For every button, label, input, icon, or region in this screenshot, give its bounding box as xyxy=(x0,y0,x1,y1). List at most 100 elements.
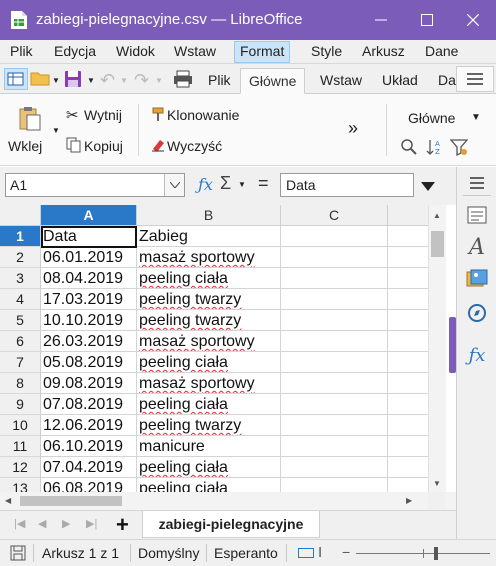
zoom-out-icon[interactable]: − xyxy=(342,544,350,560)
cell-a5[interactable]: 10.10.2019 xyxy=(41,310,137,331)
more-options-button[interactable]: » xyxy=(348,118,358,139)
cell-b6[interactable]: masaż sportowy xyxy=(137,331,281,352)
cell-c11[interactable] xyxy=(281,436,388,457)
sheet-tab[interactable]: zabiegi-pielegnacyjne xyxy=(142,511,320,538)
autofilter-icon[interactable] xyxy=(449,138,469,159)
next-sheet-icon[interactable]: ▶ xyxy=(62,517,70,530)
paste-dropdown-icon[interactable]: ▼ xyxy=(52,126,60,135)
row-header[interactable]: 7 xyxy=(0,352,41,373)
previous-sheet-icon[interactable]: ◀ xyxy=(38,517,46,530)
row-header[interactable]: 5 xyxy=(0,310,41,331)
copy-label[interactable]: Kopiuj xyxy=(84,138,123,154)
cell-a12[interactable]: 07.04.2019 xyxy=(41,457,137,478)
row-header[interactable]: 10 xyxy=(0,415,41,436)
formula-icon[interactable]: = xyxy=(258,173,269,194)
sidebar-styles-button[interactable]: A xyxy=(465,235,489,260)
row-header[interactable]: 9 xyxy=(0,394,41,415)
function-wizard-icon[interactable]: ƒx xyxy=(198,175,213,194)
cell-b10[interactable]: peeling twarzy xyxy=(137,415,281,436)
cell-b3[interactable]: peeling ciała xyxy=(137,268,281,289)
menu-format[interactable]: Format xyxy=(234,41,291,63)
cell-b4[interactable]: peeling twarzy xyxy=(137,289,281,310)
menu-edycja[interactable]: Edycja xyxy=(54,43,96,59)
cell-c5[interactable] xyxy=(281,310,388,331)
tab-uklad[interactable]: Układ xyxy=(374,68,426,94)
cell-c7[interactable] xyxy=(281,352,388,373)
clone-formatting-icon[interactable] xyxy=(150,106,166,125)
save-button[interactable] xyxy=(64,70,84,90)
select-all-corner[interactable] xyxy=(0,205,41,226)
cell-c3[interactable] xyxy=(281,268,388,289)
document-save-status-icon[interactable] xyxy=(10,545,26,564)
cell-b13[interactable]: peeling ciała xyxy=(137,478,281,492)
input-line[interactable]: Data xyxy=(280,173,414,197)
sidebar-collapse-handle[interactable] xyxy=(449,317,456,373)
cell-a6[interactable]: 26.03.2019 xyxy=(41,331,137,352)
cell-c1[interactable] xyxy=(281,226,388,247)
redo-dropdown-icon[interactable]: ▼ xyxy=(155,76,163,85)
language[interactable]: Esperanto xyxy=(214,545,278,561)
cell-c13[interactable] xyxy=(281,478,388,492)
notebookbar-menu-button[interactable] xyxy=(456,66,494,92)
vertical-scrollbar[interactable]: ▲ ▼ xyxy=(428,205,446,492)
name-box-dropdown[interactable] xyxy=(164,174,184,196)
last-sheet-icon[interactable]: ▶| xyxy=(86,517,97,530)
row-header[interactable]: 13 xyxy=(0,478,41,492)
cell-c8[interactable] xyxy=(281,373,388,394)
copy-icon[interactable] xyxy=(66,137,82,156)
sidebar-menu-button[interactable] xyxy=(465,171,489,195)
sidebar-properties-button[interactable] xyxy=(465,203,489,227)
row-header[interactable]: 1 xyxy=(0,226,41,247)
scroll-up-icon[interactable]: ▲ xyxy=(433,211,441,220)
zoom-slider-thumb[interactable] xyxy=(434,547,438,560)
sort-icon[interactable]: AZ xyxy=(426,138,444,159)
menu-plik[interactable]: Plik xyxy=(10,43,33,59)
cell-b9[interactable]: peeling ciała xyxy=(137,394,281,415)
scroll-left-icon[interactable]: ◀ xyxy=(5,496,11,505)
first-sheet-icon[interactable]: |◀ xyxy=(14,517,25,530)
sidebar-gallery-button[interactable] xyxy=(465,267,489,291)
cell-style-select[interactable]: Główne xyxy=(408,110,455,126)
spreadsheet-grid[interactable]: A B C 1 Data Zabieg 2 06.01.2019 masaż s… xyxy=(0,205,446,492)
cell-a2[interactable]: 06.01.2019 xyxy=(41,247,137,268)
save-dropdown-icon[interactable]: ▼ xyxy=(87,76,95,85)
tab-dane-truncated[interactable]: Da xyxy=(432,68,456,94)
name-box[interactable]: A1 xyxy=(5,173,185,197)
horizontal-scroll-thumb[interactable] xyxy=(20,496,122,506)
tab-wstaw[interactable]: Wstaw xyxy=(312,68,370,94)
column-header-b[interactable]: B xyxy=(137,205,281,226)
cell-a8[interactable]: 09.08.2019 xyxy=(41,373,137,394)
horizontal-scrollbar[interactable]: ◀ ▶ xyxy=(0,492,456,510)
cell-b11[interactable]: manicure xyxy=(137,436,281,457)
undo-button[interactable]: ↶ xyxy=(100,70,115,91)
minimize-button[interactable] xyxy=(358,0,404,40)
row-header[interactable]: 3 xyxy=(0,268,41,289)
close-button[interactable] xyxy=(450,0,496,40)
row-header[interactable]: 6 xyxy=(0,331,41,352)
cell-a4[interactable]: 17.03.2019 xyxy=(41,289,137,310)
cell-a1[interactable]: Data xyxy=(41,226,137,247)
redo-button[interactable]: ↷ xyxy=(134,70,149,91)
cell-b7[interactable]: peeling ciała xyxy=(137,352,281,373)
cell-b5[interactable]: peeling twarzy xyxy=(137,310,281,331)
row-header[interactable]: 8 xyxy=(0,373,41,394)
find-replace-icon[interactable] xyxy=(400,138,418,159)
row-header[interactable]: 11 xyxy=(0,436,41,457)
menu-style[interactable]: Style xyxy=(311,43,342,59)
scroll-right-icon[interactable]: ▶ xyxy=(406,496,412,505)
cell-c12[interactable] xyxy=(281,457,388,478)
sum-dropdown-icon[interactable]: ▼ xyxy=(238,180,246,189)
tab-plik[interactable]: Plik xyxy=(200,68,239,94)
row-header[interactable]: 2 xyxy=(0,247,41,268)
cell-a7[interactable]: 05.08.2019 xyxy=(41,352,137,373)
new-document-button[interactable] xyxy=(4,68,28,90)
cell-a10[interactable]: 12.06.2019 xyxy=(41,415,137,436)
cell-a9[interactable]: 07.08.2019 xyxy=(41,394,137,415)
column-header-a[interactable]: A xyxy=(41,205,137,226)
menu-arkusz[interactable]: Arkusz xyxy=(362,43,405,59)
sum-icon[interactable]: Σ xyxy=(220,173,231,194)
cell-c9[interactable] xyxy=(281,394,388,415)
column-header-c[interactable]: C xyxy=(281,205,388,226)
style-dropdown-icon[interactable]: ▼ xyxy=(471,112,481,123)
cut-label[interactable]: Wytnij xyxy=(84,107,122,123)
